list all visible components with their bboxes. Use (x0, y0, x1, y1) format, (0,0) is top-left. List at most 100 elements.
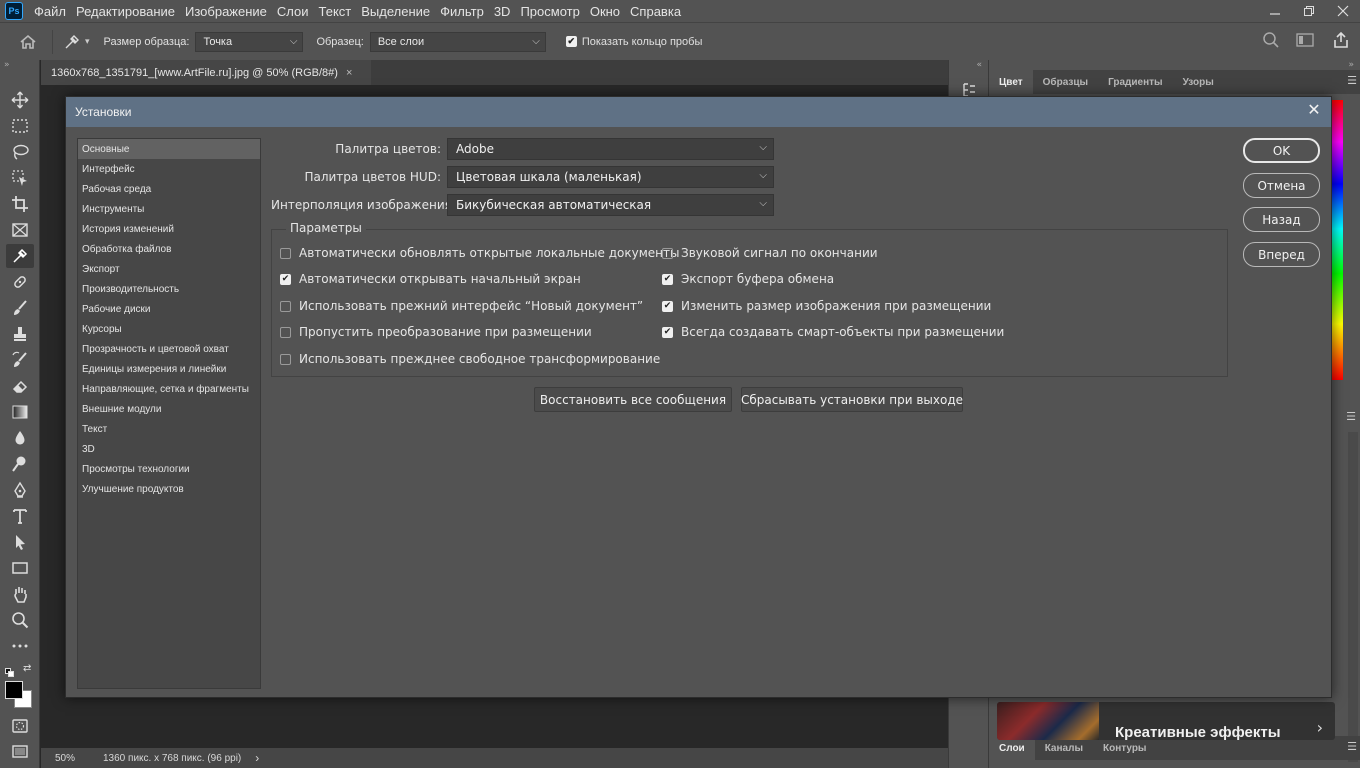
category-general[interactable]: Основные (78, 139, 260, 159)
category-tools[interactable]: Инструменты (78, 199, 260, 219)
checkbox[interactable] (280, 326, 291, 338)
menu-3d[interactable]: 3D (489, 4, 516, 19)
option-beep-when-done[interactable]: Звуковой сигнал по окончании (662, 244, 878, 262)
category-guides-grid[interactable]: Направляющие, сетка и фрагменты (78, 379, 260, 399)
prev-button[interactable]: Назад (1243, 207, 1320, 232)
dialog-titlebar[interactable]: Установки ✕ (66, 97, 1331, 127)
scrollbar[interactable] (1348, 432, 1358, 762)
close-window-icon[interactable] (1326, 0, 1360, 22)
default-colors-icon[interactable] (5, 663, 15, 682)
option-always-smart-objects[interactable]: ✔ Всегда создавать смарт-объекты при раз… (662, 323, 1004, 341)
show-ring-checkbox[interactable]: ✔ (565, 36, 577, 47)
menu-window[interactable]: Окно (585, 4, 625, 19)
checkbox[interactable] (280, 300, 291, 312)
search-icon[interactable] (1262, 31, 1280, 54)
menu-select[interactable]: Выделение (356, 4, 435, 19)
option-legacy-new-document[interactable]: Использовать прежний интерфейс “Новый до… (280, 297, 643, 315)
category-file-handling[interactable]: Обработка файлов (78, 239, 260, 259)
collapse-arrows-icon[interactable]: » (1348, 60, 1354, 70)
menu-view[interactable]: Просмотр (515, 4, 584, 19)
option-auto-update-docs[interactable]: Автоматически обновлять открытые локальн… (280, 244, 679, 262)
category-3d[interactable]: 3D (78, 439, 260, 459)
panel-menu-icon[interactable]: ☰ (1346, 410, 1356, 423)
option-skip-transform-on-place[interactable]: Пропустить преобразование при размещении (280, 323, 592, 341)
dodge-tool-icon[interactable] (6, 452, 34, 476)
marquee-tool-icon[interactable] (6, 114, 34, 138)
hud-picker-select[interactable]: Цветовая шкала (маленькая) ⌵ (447, 166, 774, 188)
menu-type[interactable]: Текст (314, 4, 357, 19)
menu-help[interactable]: Справка (625, 4, 686, 19)
checkbox[interactable]: ✔ (280, 273, 291, 285)
restore-icon[interactable] (1292, 0, 1326, 22)
pen-tool-icon[interactable] (6, 478, 34, 502)
history-brush-tool-icon[interactable] (6, 348, 34, 372)
checkbox[interactable]: ✔ (662, 326, 673, 338)
minimize-icon[interactable] (1258, 0, 1292, 22)
option-export-clipboard[interactable]: ✔ Экспорт буфера обмена (662, 270, 834, 288)
tab-patterns[interactable]: Узоры (1173, 70, 1224, 94)
share-icon[interactable] (1332, 31, 1350, 54)
tab-swatches[interactable]: Образцы (1033, 70, 1098, 94)
checkbox[interactable]: ✔ (662, 273, 673, 285)
lasso-tool-icon[interactable] (6, 140, 34, 164)
learn-card[interactable]: Креативные эффекты › (997, 702, 1335, 740)
stamp-tool-icon[interactable] (6, 322, 34, 346)
workspace-icon[interactable] (1296, 32, 1316, 53)
swap-colors-icon[interactable]: ⇄ (23, 663, 31, 674)
category-cursors[interactable]: Курсоры (78, 319, 260, 339)
category-export[interactable]: Экспорт (78, 259, 260, 279)
category-workspace[interactable]: Рабочая среда (78, 179, 260, 199)
color-picker-select[interactable]: Adobe ⌵ (447, 138, 774, 160)
path-selection-tool-icon[interactable] (6, 530, 34, 554)
category-type[interactable]: Текст (78, 419, 260, 439)
foreground-color-swatch[interactable] (5, 681, 23, 699)
object-selection-tool-icon[interactable] (6, 166, 34, 190)
tab-gradients[interactable]: Градиенты (1098, 70, 1173, 94)
rectangle-tool-icon[interactable] (6, 556, 34, 580)
close-tab-icon[interactable]: × (346, 67, 352, 79)
tab-color[interactable]: Цвет (989, 70, 1033, 94)
category-units-rulers[interactable]: Единицы измерения и линейки (78, 359, 260, 379)
checkbox[interactable] (280, 247, 291, 259)
reset-on-exit-button[interactable]: Сбрасывать установки при выходе (741, 387, 963, 412)
gradient-tool-icon[interactable] (6, 400, 34, 424)
menu-image[interactable]: Изображение (180, 4, 272, 19)
option-resize-on-place[interactable]: ✔ Изменить размер изображения при размещ… (662, 297, 991, 315)
panel-menu-icon[interactable]: ☰ (1347, 74, 1357, 87)
restore-messages-button[interactable]: Восстановить все сообщения (534, 387, 732, 412)
close-icon[interactable]: ✕ (1305, 102, 1323, 120)
eyedropper-tool-preset-icon[interactable]: ▾ (63, 33, 90, 51)
category-product-improvement[interactable]: Улучшение продуктов (78, 479, 260, 499)
zoom-tool-icon[interactable] (6, 608, 34, 632)
next-button[interactable]: Вперед (1243, 242, 1320, 267)
menu-layers[interactable]: Слои (272, 4, 314, 19)
brush-tool-icon[interactable] (6, 296, 34, 320)
sample-size-select[interactable]: Точка ⌵ (195, 31, 304, 52)
cancel-button[interactable]: Отмена (1243, 173, 1320, 198)
eyedropper-tool-icon[interactable] (6, 244, 34, 268)
collapse-arrows-icon[interactable]: » (4, 60, 10, 70)
checkbox[interactable] (662, 247, 673, 259)
option-auto-show-home[interactable]: ✔ Автоматически открывать начальный экра… (280, 270, 581, 288)
zoom-level[interactable]: 50% (55, 753, 103, 764)
category-history[interactable]: История изменений (78, 219, 260, 239)
interpolation-select[interactable]: Бикубическая автоматическая ⌵ (447, 194, 774, 216)
sample-select[interactable]: Все слои ⌵ (369, 31, 546, 52)
category-transparency[interactable]: Прозрачность и цветовой охват (78, 339, 260, 359)
menu-edit[interactable]: Редактирование (71, 4, 180, 19)
document-tab[interactable]: 1360x768_1351791_[www.ArtFile.ru].jpg @ … (41, 60, 371, 85)
color-spectrum[interactable] (1332, 100, 1343, 380)
category-plugins[interactable]: Внешние модули (78, 399, 260, 419)
photoshop-logo[interactable]: Ps (5, 2, 23, 20)
collapse-arrows-icon[interactable]: « (976, 60, 982, 70)
eraser-tool-icon[interactable] (6, 374, 34, 398)
frame-tool-icon[interactable] (6, 218, 34, 242)
menu-file[interactable]: Файл (29, 4, 71, 19)
healing-brush-tool-icon[interactable] (6, 270, 34, 294)
checkbox[interactable] (280, 353, 291, 365)
category-tech-previews[interactable]: Просмотры технологии (78, 459, 260, 479)
home-icon[interactable] (18, 32, 38, 52)
category-performance[interactable]: Производительность (78, 279, 260, 299)
blur-tool-icon[interactable] (6, 426, 34, 450)
type-tool-icon[interactable] (6, 504, 34, 528)
